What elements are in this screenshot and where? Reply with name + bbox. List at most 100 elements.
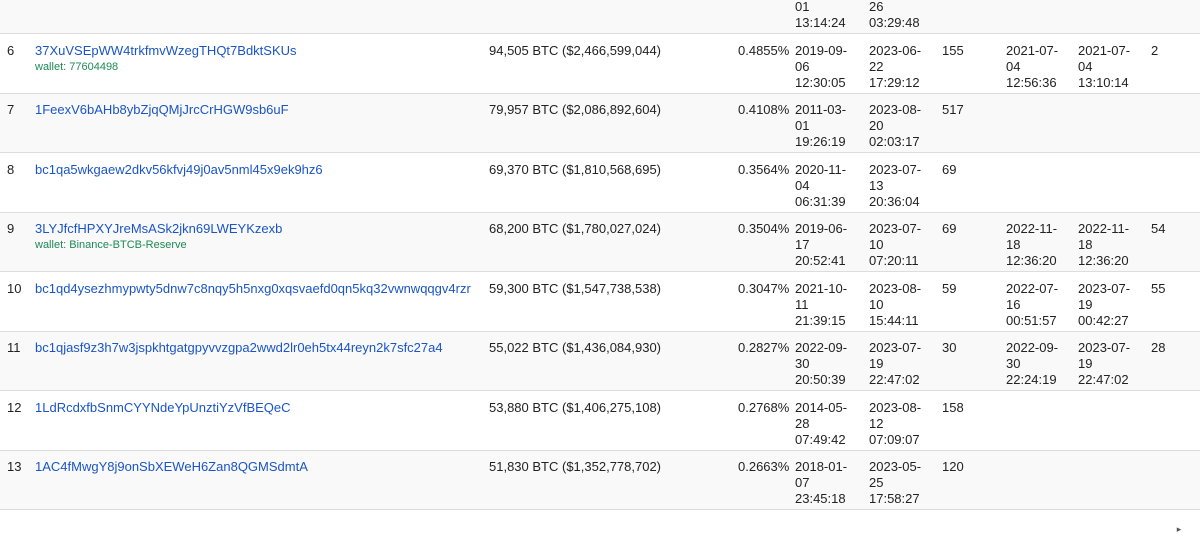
first-in-cell: 2014-05- 28 07:49:42 — [795, 400, 855, 448]
last-out-cell-text: 2022-11- 18 12:36:20 — [1078, 221, 1130, 268]
first-out-cell: 2022-07- 16 00:51:57 — [1006, 281, 1068, 329]
first-in-cell-text: 2014-05- 28 07:49:42 — [795, 399, 848, 447]
first-out-cell-text: 2022-07- 16 00:51:57 — [1006, 280, 1059, 328]
outs-count-cell: 54 — [1151, 221, 1166, 236]
last-in-cell-text: 2023-08- 10 15:44:11 — [869, 280, 922, 328]
first-in-cell: 2021-10- 11 21:39:15 — [795, 281, 855, 329]
outs-count-cell: 28 — [1151, 340, 1166, 355]
richlist-table: 5bc1qazcm763858nkj2dj986etajv6wquslv8uxw… — [0, 0, 1200, 536]
balance-cell: 79,957 BTC ($2,086,892,604) — [489, 102, 662, 117]
last-in-cell: 2023-07- 13 20:36:04 — [869, 162, 929, 210]
outs-count-cell: 55 — [1151, 280, 1166, 296]
first-in-cell-text: 2022-09- 30 20:50:39 — [795, 340, 848, 387]
last-in-cell: 2023-08- 12 07:09:07 — [869, 400, 929, 448]
percent-cell: 0.3504% — [738, 221, 790, 236]
balance-cell: 55,022 BTC ($1,436,084,930) — [489, 340, 662, 355]
last-in-cell-text: 2023-08- 20 02:03:17 — [869, 102, 922, 149]
rank-cell: 12 — [7, 399, 22, 415]
rank-cell: 11 — [7, 340, 21, 355]
first-in-cell: 2011-03- 01 19:26:19 — [795, 102, 855, 150]
last-in-cell-text: 2023-07- 19 22:47:02 — [869, 340, 922, 387]
first-in-cell: 2020-11- 04 06:31:39 — [795, 162, 855, 210]
last-out-cell: 2021-07- 04 13:10:14 — [1078, 43, 1140, 91]
address-cell: bc1qjasf9z3h7w3jspkhtgatgpyvvzgpa2wwd2lr… — [35, 340, 443, 356]
wallet-link[interactable]: wallet: Binance-BTCB-Reserve — [35, 238, 282, 252]
last-in-cell: 2023-07- 10 07:20:11 — [869, 221, 929, 269]
balance-cell: 59,300 BTC ($1,547,738,538) — [489, 280, 662, 296]
last-in-cell-text: 2023-05- 25 17:58:27 — [869, 459, 922, 506]
address-link[interactable]: 37XuVSEpWW4trkfmvWzegTHQt7BdktSKUs — [35, 43, 297, 59]
ins-count-cell: 120 — [942, 459, 964, 474]
first-out-cell: 2022-09- 30 22:24:19 — [1006, 340, 1068, 388]
address-cell: 37XuVSEpWW4trkfmvWzegTHQt7BdktSKUs wallet… — [35, 43, 297, 74]
last-out-cell: 2023-07- 19 22:47:02 — [1078, 340, 1140, 388]
table-row: 10 bc1qd4ysezhmypwty5dnw7c8nqy5h5nxg0xqsv… — [0, 272, 1200, 332]
first-out-cell: 2022-11- 18 12:36:20 — [1006, 221, 1068, 269]
last-out-cell: 2023-07- 19 00:42:27 — [1078, 281, 1140, 329]
address-cell: bc1qa5wkgaew2dkv56kfvj49j0av5nml45x9ek9h… — [35, 162, 323, 178]
address-cell: 1AC4fMwgY8j9onSbXEWeH6Zan8QGMSdmtA — [35, 459, 308, 475]
address-link[interactable]: 1LdRcdxfbSnmCYYNdeYpUnztiYzVfBEQeC — [35, 400, 291, 416]
first-out-cell-text: 2021-07- 04 12:56:36 — [1006, 42, 1059, 90]
percent-cell: 0.2768% — [738, 399, 790, 415]
ins-count-cell: 517 — [942, 102, 964, 117]
address-cell: bc1qd4ysezhmypwty5dnw7c8nqy5h5nxg0xqsvae… — [35, 281, 471, 297]
table-row: 9 3LYJfcfHPXYJreMsASk2jkn69LWEYKzexb walle… — [0, 213, 1200, 272]
ins-count-cell: 69 — [942, 221, 957, 236]
scroll-right-icon[interactable]: ▸ — [1172, 524, 1186, 534]
first-in-cell-text: 2020-11- 04 06:31:39 — [795, 161, 847, 209]
percent-cell: 0.2827% — [738, 340, 790, 355]
percent-cell: 0.3564% — [738, 161, 790, 177]
table-row: 7 1FeexV6bAHb8ybZjqQMjJrcCrHGW9sb6uF 79,95… — [0, 94, 1200, 153]
table-row: 11 bc1qjasf9z3h7w3jspkhtgatgpyvvzgpa2wwd2… — [0, 332, 1200, 391]
rank-cell: 13 — [7, 459, 22, 474]
ins-count-cell: 59 — [942, 280, 957, 296]
rank-cell: 9 — [7, 221, 15, 236]
first-out-cell-text: 2022-09- 30 22:24:19 — [1006, 340, 1059, 387]
first-in-cell: 2018-01- 07 23:45:18 — [795, 459, 855, 507]
rank-cell: 10 — [7, 280, 22, 296]
outs-count-cell: 2 — [1151, 42, 1159, 58]
rank-cell: 8 — [7, 161, 15, 177]
last-in-cell-text: 2023-05-2603:29:48 — [869, 0, 920, 30]
last-in-cell: 2023-05-2603:29:48 — [869, 0, 929, 31]
first-in-cell-text: 2019-09- 06 12:30:05 — [795, 42, 848, 90]
percent-cell: 0.2663% — [738, 459, 790, 474]
last-in-cell-text: 2023-07- 10 07:20:11 — [869, 221, 922, 268]
table-row: 13 1AC4fMwgY8j9onSbXEWeH6Zan8QGMSdmtA 51,8… — [0, 451, 1200, 510]
first-out-cell: 2021-07- 04 12:56:36 — [1006, 43, 1068, 91]
ins-count-cell: 158 — [942, 399, 964, 415]
last-in-cell: 2023-06- 22 17:29:12 — [869, 43, 929, 91]
table-row: 6 37XuVSEpWW4trkfmvWzegTHQt7BdktSKUs walle… — [0, 34, 1200, 94]
percent-cell: 0.4108% — [738, 102, 790, 117]
balance-cell: 51,830 BTC ($1,352,778,702) — [489, 459, 662, 474]
last-in-cell-text: 2023-06- 22 17:29:12 — [869, 42, 922, 90]
address-link[interactable]: 1AC4fMwgY8j9onSbXEWeH6Zan8QGMSdmtA — [35, 459, 308, 475]
first-in-cell-text: 2022-02-0113:14:24 — [795, 0, 846, 30]
address-link[interactable]: bc1qa5wkgaew2dkv56kfvj49j0av5nml45x9ek9h… — [35, 162, 323, 178]
address-link[interactable]: bc1qjasf9z3h7w3jspkhtgatgpyvvzgpa2wwd2lr… — [35, 340, 443, 356]
last-in-cell: 2023-07- 19 22:47:02 — [869, 340, 929, 388]
first-in-cell: 2019-06- 17 20:52:41 — [795, 221, 855, 269]
balance-cell: 69,370 BTC ($1,810,568,695) — [489, 161, 662, 177]
percent-cell: 0.4855% — [738, 42, 790, 58]
last-in-cell-text: 2023-08- 12 07:09:07 — [869, 399, 922, 447]
last-in-cell: 2023-05- 25 17:58:27 — [869, 459, 929, 507]
table-row: 5bc1qazcm763858nkj2dj986etajv6wquslv8uxw… — [0, 0, 1200, 34]
address-cell: 1FeexV6bAHb8ybZjqQMjJrcCrHGW9sb6uF — [35, 102, 289, 118]
last-in-cell: 2023-08- 20 02:03:17 — [869, 102, 929, 150]
first-in-cell: 2022-09- 30 20:50:39 — [795, 340, 855, 388]
first-in-cell-text: 2018-01- 07 23:45:18 — [795, 459, 848, 506]
rank-cell: 7 — [7, 102, 15, 117]
address-link[interactable]: 1FeexV6bAHb8ybZjqQMjJrcCrHGW9sb6uF — [35, 102, 289, 118]
wallet-link[interactable]: wallet: 77604498 — [35, 60, 297, 74]
address-link[interactable]: 3LYJfcfHPXYJreMsASk2jkn69LWEYKzexb — [35, 221, 282, 237]
balance-cell: 53,880 BTC ($1,406,275,108) — [489, 399, 662, 415]
balance-cell: 94,505 BTC ($2,466,599,044) — [489, 42, 662, 58]
last-out-cell-text: 2023-07- 19 22:47:02 — [1078, 340, 1131, 387]
first-in-cell-text: 2019-06- 17 20:52:41 — [795, 221, 848, 268]
address-link[interactable]: bc1qd4ysezhmypwty5dnw7c8nqy5h5nxg0xqsvae… — [35, 281, 471, 297]
rank-cell: 6 — [7, 42, 15, 58]
ins-count-cell: 30 — [942, 340, 957, 355]
first-out-cell-text: 2022-11- 18 12:36:20 — [1006, 221, 1058, 268]
